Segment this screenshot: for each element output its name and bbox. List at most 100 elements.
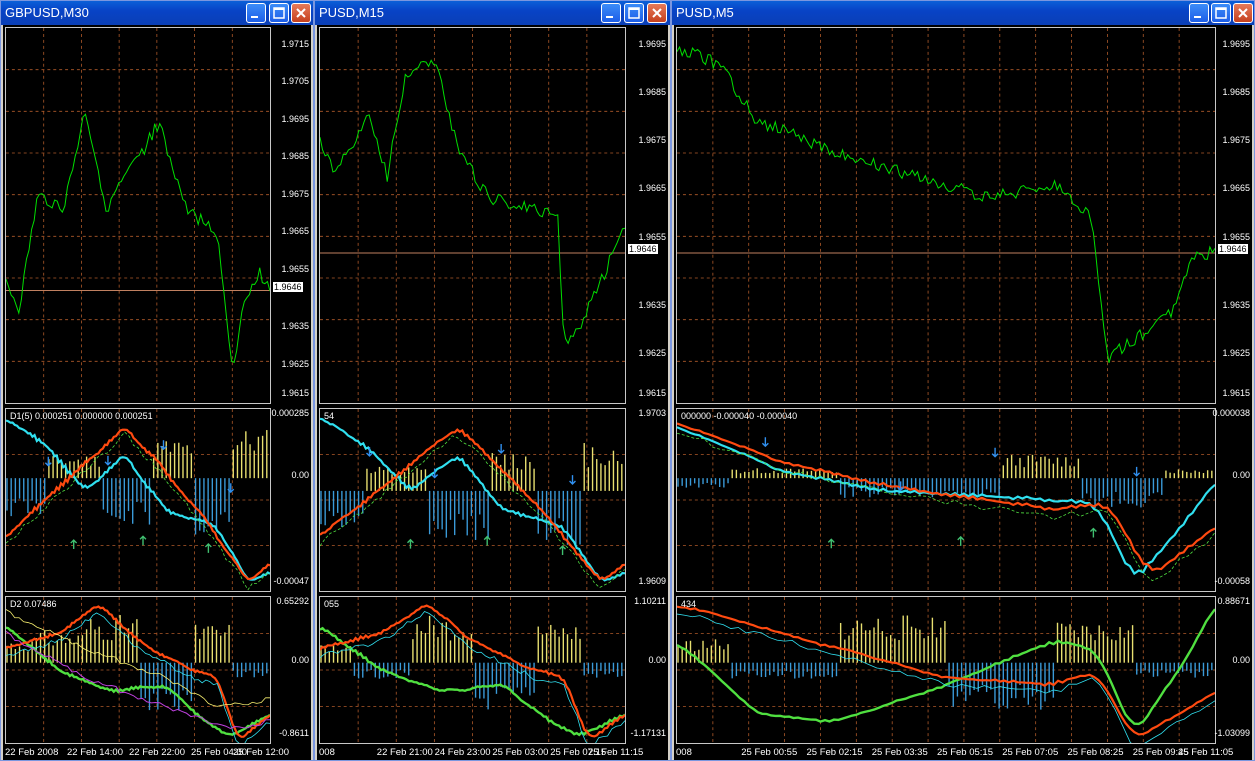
signal-line-red xyxy=(6,428,270,581)
price-panel[interactable]: 1.9695 1.9685 1.9675 1.9665 1.9655 1.9635 1.96… xyxy=(317,25,668,406)
window-title: PUSD,M15 xyxy=(319,5,385,20)
time-tick-label: 22 Feb 21:00 xyxy=(376,747,433,758)
close-button[interactable] xyxy=(1233,3,1253,23)
price-chart xyxy=(6,28,270,403)
indicator2-panel[interactable]: 434 0.88671 0.00 -1.03099 xyxy=(674,594,1252,746)
indicator1-label: 000000 -0.000040 -0.000040 xyxy=(681,411,798,421)
down-arrow-icon xyxy=(44,456,52,467)
up-arrow-icon xyxy=(70,539,78,549)
price-tick-label: 1.9685 xyxy=(1222,87,1250,98)
indicator1-label: 54 xyxy=(324,411,335,421)
close-icon xyxy=(648,4,666,22)
indicator2-tick-label: 0.00 xyxy=(291,654,309,665)
indicator2-tick-label: -1.17131 xyxy=(630,728,666,738)
up-arrow-icon xyxy=(559,545,567,556)
close-icon xyxy=(1234,4,1252,22)
indicator1-plot[interactable]: 54 xyxy=(319,408,626,592)
indicator1-tick-label: 1.9703 xyxy=(638,408,666,418)
indicator1-plot[interactable]: 000000 -0.000040 -0.000040 xyxy=(676,408,1216,592)
minimize-button[interactable] xyxy=(246,3,266,23)
price-axis: 1.9695 1.9685 1.9675 1.9665 1.9655 1.9635 1.96… xyxy=(1216,25,1252,406)
up-arrow-icon xyxy=(407,538,414,549)
time-tick-label: 25 Feb 11:05 xyxy=(1178,747,1234,758)
up-arrow-icon xyxy=(1089,527,1097,538)
indicator2-plot[interactable]: 434 xyxy=(676,596,1216,744)
maximize-button[interactable] xyxy=(269,3,289,23)
indicator2-plot[interactable]: 055 xyxy=(319,596,626,744)
price-tick-label: 1.9665 xyxy=(638,183,666,194)
indicator2-plot[interactable]: D2 0.07486 xyxy=(5,596,271,744)
current-price-tag: 1.9646 xyxy=(273,281,303,292)
close-button[interactable] xyxy=(647,3,667,23)
oscillator-line-red xyxy=(6,605,270,738)
minimize-button[interactable] xyxy=(601,3,621,23)
time-tick-label: 25 Feb 07:05 xyxy=(1002,747,1059,758)
price-line xyxy=(677,45,1215,363)
time-tick-label: 25 Feb 03:00 xyxy=(492,747,549,758)
indicator2-tick-label: -0.8611 xyxy=(279,728,309,738)
chart-window-gbpusd-m15[interactable]: PUSD,M15 1.9695 1.9685 1.9675 1.9665 1.9655 1… xyxy=(314,0,671,761)
indicator1-tick-label: 0.00 xyxy=(291,469,309,480)
time-tick-label: 25 Feb 03:35 xyxy=(871,747,928,758)
time-axis: 22 Feb 2008 22 Feb 14:00 22 Feb 22:00 25 Fe… xyxy=(3,744,311,760)
price-tick-label: 1.9685 xyxy=(638,87,666,98)
indicator1-tick-label: 0.000285 xyxy=(271,408,309,418)
price-plot[interactable] xyxy=(5,27,271,404)
close-button[interactable] xyxy=(291,3,311,23)
price-plot[interactable] xyxy=(676,27,1216,404)
indicator2-axis: 0.65292 0.00 -0.8611 xyxy=(271,594,311,746)
indicator1-tick-label: 0.00 xyxy=(1232,469,1250,480)
indicator2-axis: 0.88671 0.00 -1.03099 xyxy=(1214,594,1252,746)
indicator1-axis: 0.000038 0.00 -0.00058 xyxy=(1212,406,1252,594)
up-arrow-icon xyxy=(827,538,835,549)
price-plot[interactable] xyxy=(319,27,626,404)
indicator2-tick-label: 1.10211 xyxy=(634,596,666,606)
maximize-button[interactable] xyxy=(624,3,644,23)
chart-window-gbpusd-m30[interactable]: GBPUSD,M30 1.9715 1.9705 1.9695 1.9685 1.967… xyxy=(0,0,314,761)
up-arrow-icon xyxy=(139,535,147,546)
indicator1-chart xyxy=(6,409,270,591)
indicator2-chart xyxy=(677,597,1215,743)
indicator2-chart xyxy=(320,597,625,743)
price-tick-label: 1.9615 xyxy=(281,388,309,398)
oscillator-line-cyan xyxy=(6,612,270,743)
time-tick-label: 25 Feb 00:55 xyxy=(741,747,798,758)
indicator2-tick-label: -1.03099 xyxy=(1214,728,1250,738)
price-panel[interactable]: 1.9715 1.9705 1.9695 1.9685 1.9675 1.9665 1.96… xyxy=(3,25,311,406)
indicator1-plot[interactable]: D1(5) 0.000251 0.000000 0.000251 xyxy=(5,408,271,592)
minimize-icon xyxy=(247,4,265,22)
price-axis: 1.9715 1.9705 1.9695 1.9685 1.9675 1.9665 1.96… xyxy=(271,25,311,406)
up-arrow-icon xyxy=(957,535,965,546)
indicator2-panel[interactable]: 055 1.10211 0.00 -1.17131 xyxy=(317,594,668,746)
minimize-button[interactable] xyxy=(1189,3,1209,23)
indicator2-label: 055 xyxy=(324,599,340,609)
indicator1-axis: 1.9703 1.9609 xyxy=(626,406,668,594)
price-tick-label: 1.9675 xyxy=(1222,135,1250,146)
indicator1-panel[interactable]: 000000 -0.000040 -0.000040 0.000038 0.00 -… xyxy=(674,406,1252,594)
indicator1-axis: 0.000285 0.00 -0.00047 xyxy=(271,406,311,594)
window-titlebar[interactable]: PUSD,M15 xyxy=(315,1,670,25)
window-title: PUSD,M5 xyxy=(676,5,734,20)
price-tick-label: 1.9665 xyxy=(281,226,309,237)
price-tick-label: 1.9665 xyxy=(1222,183,1250,194)
price-chart xyxy=(677,28,1215,403)
indicator1-panel[interactable]: D1(5) 0.000251 0.000000 0.000251 0.00028… xyxy=(3,406,311,594)
price-tick-label: 1.9695 xyxy=(1222,39,1250,49)
down-arrow-icon xyxy=(991,447,999,458)
indicator1-tick-label: -0.00047 xyxy=(273,576,309,586)
time-tick-label: 22 Feb 22:00 xyxy=(129,747,185,758)
price-panel[interactable]: 1.9695 1.9685 1.9675 1.9665 1.9655 1.9635 1.96… xyxy=(674,25,1252,406)
maximize-button[interactable] xyxy=(1211,3,1231,23)
up-arrow-icon xyxy=(483,535,491,546)
price-tick-label: 1.9715 xyxy=(281,39,309,49)
indicator1-tick-label: 1.9609 xyxy=(638,576,666,586)
maximize-icon xyxy=(625,4,643,22)
indicator2-panel[interactable]: D2 0.07486 0.65292 0.00 -0.8611 xyxy=(3,594,311,746)
chart-window-gbpusd-m5[interactable]: PUSD,M5 1.9695 1.9685 1.9675 1.9665 1.9655 1.… xyxy=(671,0,1255,761)
time-tick-label: 22 Feb 2008 xyxy=(5,747,59,758)
time-axis: 008 25 Feb 00:55 25 Feb 02:15 25 Feb 03:35 2… xyxy=(674,744,1252,760)
window-titlebar[interactable]: GBPUSD,M30 xyxy=(1,1,313,25)
window-titlebar[interactable]: PUSD,M5 xyxy=(672,1,1254,25)
indicator2-tick-label: 0.00 xyxy=(648,654,666,665)
indicator1-panel[interactable]: 54 1.9703 1.9609 xyxy=(317,406,668,594)
